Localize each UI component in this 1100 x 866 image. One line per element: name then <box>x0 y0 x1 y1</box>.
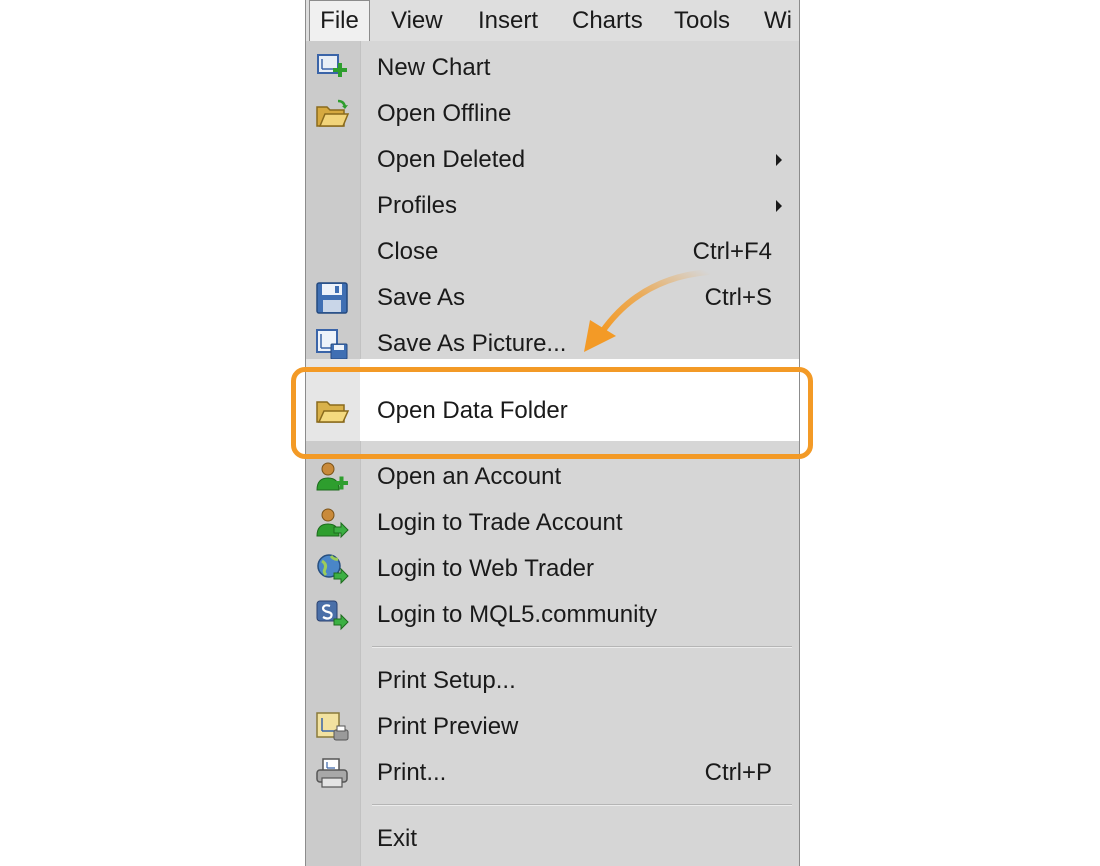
menu-item-label: Profiles <box>377 192 458 219</box>
menu-item-label: Print... <box>377 759 447 786</box>
menu-item-save-as[interactable]: Save As Ctrl+S <box>306 275 799 321</box>
menu-item-print-preview[interactable]: Print Preview <box>306 704 799 750</box>
menu-view[interactable]: View <box>391 0 443 41</box>
menu-item-close[interactable]: Close Ctrl+F4 <box>306 229 799 275</box>
menu-item-label: Exit <box>377 825 418 852</box>
menu-item-open-deleted[interactable]: Open Deleted <box>306 137 799 183</box>
login-user-icon <box>314 506 350 540</box>
submenu-arrow-icon <box>776 200 782 212</box>
printer-icon <box>314 756 350 790</box>
menu-item-label: Open Offline <box>377 100 512 127</box>
menu-file[interactable]: File <box>309 0 370 41</box>
globe-login-icon <box>314 552 350 586</box>
menu-item-login-web-trader[interactable]: Login to Web Trader <box>306 546 799 592</box>
mql5-login-icon <box>314 598 350 632</box>
menu-item-label: Login to Trade Account <box>377 509 623 536</box>
menu-item-login-mql5[interactable]: Login to MQL5.community <box>306 592 799 638</box>
menu-item-open-offline[interactable]: Open Offline <box>306 91 799 137</box>
menu-charts[interactable]: Charts <box>572 0 643 41</box>
add-user-icon <box>314 460 350 494</box>
menu-item-label: Login to Web Trader <box>377 555 595 582</box>
menu-item-profiles[interactable]: Profiles <box>306 183 799 229</box>
menu-tools[interactable]: Tools <box>674 0 730 41</box>
menu-item-label: Print Preview <box>377 713 519 740</box>
pointer-arrow-icon <box>584 269 711 352</box>
menu-item-label: Open Deleted <box>377 146 526 173</box>
menu-item-label: Close <box>377 238 439 265</box>
submenu-arrow-icon <box>776 154 782 166</box>
save-icon <box>314 281 350 315</box>
menu-item-print[interactable]: Print... Ctrl+P <box>306 750 799 796</box>
menu-item-exit[interactable]: Exit <box>306 816 799 862</box>
menu-item-login-trade[interactable]: Login to Trade Account <box>306 500 799 546</box>
menu-window[interactable]: Wi <box>764 0 792 41</box>
menu-insert[interactable]: Insert <box>478 0 538 41</box>
menu-item-new-chart[interactable]: New Chart <box>306 45 799 91</box>
shortcut-text: Ctrl+P <box>704 759 772 786</box>
menu-separator <box>372 646 792 648</box>
menu-item-print-setup[interactable]: Print Setup... <box>306 658 799 704</box>
highlight-callout-box <box>291 367 813 459</box>
menu-item-label: Save As <box>377 284 466 311</box>
save-picture-icon <box>314 327 350 361</box>
menu-item-open-account[interactable]: Open an Account <box>306 454 799 500</box>
new-chart-icon <box>314 51 350 85</box>
menu-item-label: Login to MQL5.community <box>377 601 658 628</box>
menu-item-label: Print Setup... <box>377 667 516 694</box>
open-offline-icon <box>314 97 350 131</box>
menu-item-label: Open an Account <box>377 463 562 490</box>
menu-item-label: New Chart <box>377 54 491 81</box>
menu-separator <box>372 804 792 806</box>
menu-bar: File View Insert Charts Tools Wi <box>306 0 799 42</box>
print-preview-icon <box>314 710 350 744</box>
